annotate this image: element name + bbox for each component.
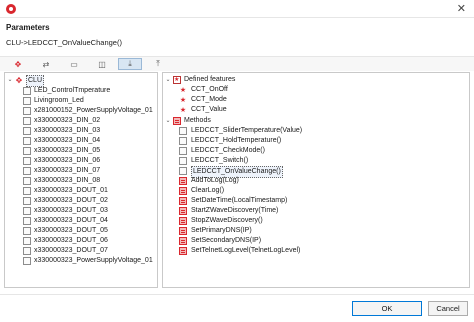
object-icon [23,107,31,115]
object-icon [23,137,31,145]
cancel-button[interactable]: Cancel [428,301,468,316]
method-icon [179,187,187,195]
object-icon [23,187,31,195]
method-icon [179,207,187,215]
object-icon [23,97,31,105]
chevron-down-icon[interactable]: ⌄ [7,75,13,85]
object-icon [23,257,31,265]
tree-root-clu[interactable]: ⌄ ✥ CLU [7,75,147,87]
method-icon [179,147,187,155]
features-icon [173,75,181,85]
method-icon [179,247,187,255]
app-logo-icon [6,4,16,14]
object-icon [23,227,31,235]
dialog-footer: OK Cancel [0,294,474,322]
method-icon [179,217,187,225]
object-icon [23,157,31,165]
dialog-subtitle: CLU->LEDCCT_OnValueChange() [6,38,122,47]
panel-icon[interactable]: ▭ [62,58,86,70]
star-icon: ★ [179,107,187,114]
ok-button[interactable]: OK [352,301,422,316]
object-icon [23,87,31,95]
object-icon [23,127,31,135]
clu-icon: ✥ [15,76,23,85]
close-icon[interactable]: ✕ [457,2,466,16]
object-icon [23,197,31,205]
object-icon [23,167,31,175]
export-icon[interactable]: ⤒ [146,58,170,70]
import-icon[interactable]: ⤓ [118,58,142,70]
object-icon [23,177,31,185]
chevron-down-icon[interactable]: ⌄ [165,116,171,126]
method-icon [179,137,187,145]
features-methods-panel: ⌄ Defined features ★CCT_OnOff ★CCT_Mode … [162,72,470,288]
dialog-header: Parameters CLU->LEDCCT_OnValueChange() [0,18,474,56]
object-icon [23,117,31,125]
toolbar: ✥ ⇄ ▭ ◫ ⤓ ⤒ [0,56,474,71]
chevron-down-icon[interactable]: ⌄ [165,75,171,85]
method-icon [179,197,187,205]
star-icon: ★ [179,97,187,104]
methods-icon [173,117,181,125]
object-icon [23,147,31,155]
box-icon[interactable]: ◫ [90,58,114,70]
method-icon [179,167,187,175]
link-icon[interactable]: ⇄ [34,58,58,70]
method-icon [179,227,187,235]
object-icon [23,247,31,255]
move-icon[interactable]: ✥ [6,58,30,70]
object-tree-panel: ⌄ ✥ CLU LED_ControlTmperature Livingroom… [4,72,158,288]
method-icon [179,177,187,185]
object-icon [23,237,31,245]
method-icon [179,157,187,165]
star-icon: ★ [179,87,187,94]
title-bar: ✕ [0,0,474,18]
dialog-title: Parameters [6,23,50,32]
object-icon [23,207,31,215]
method-icon [179,127,187,135]
method-icon [179,237,187,245]
object-icon [23,217,31,225]
